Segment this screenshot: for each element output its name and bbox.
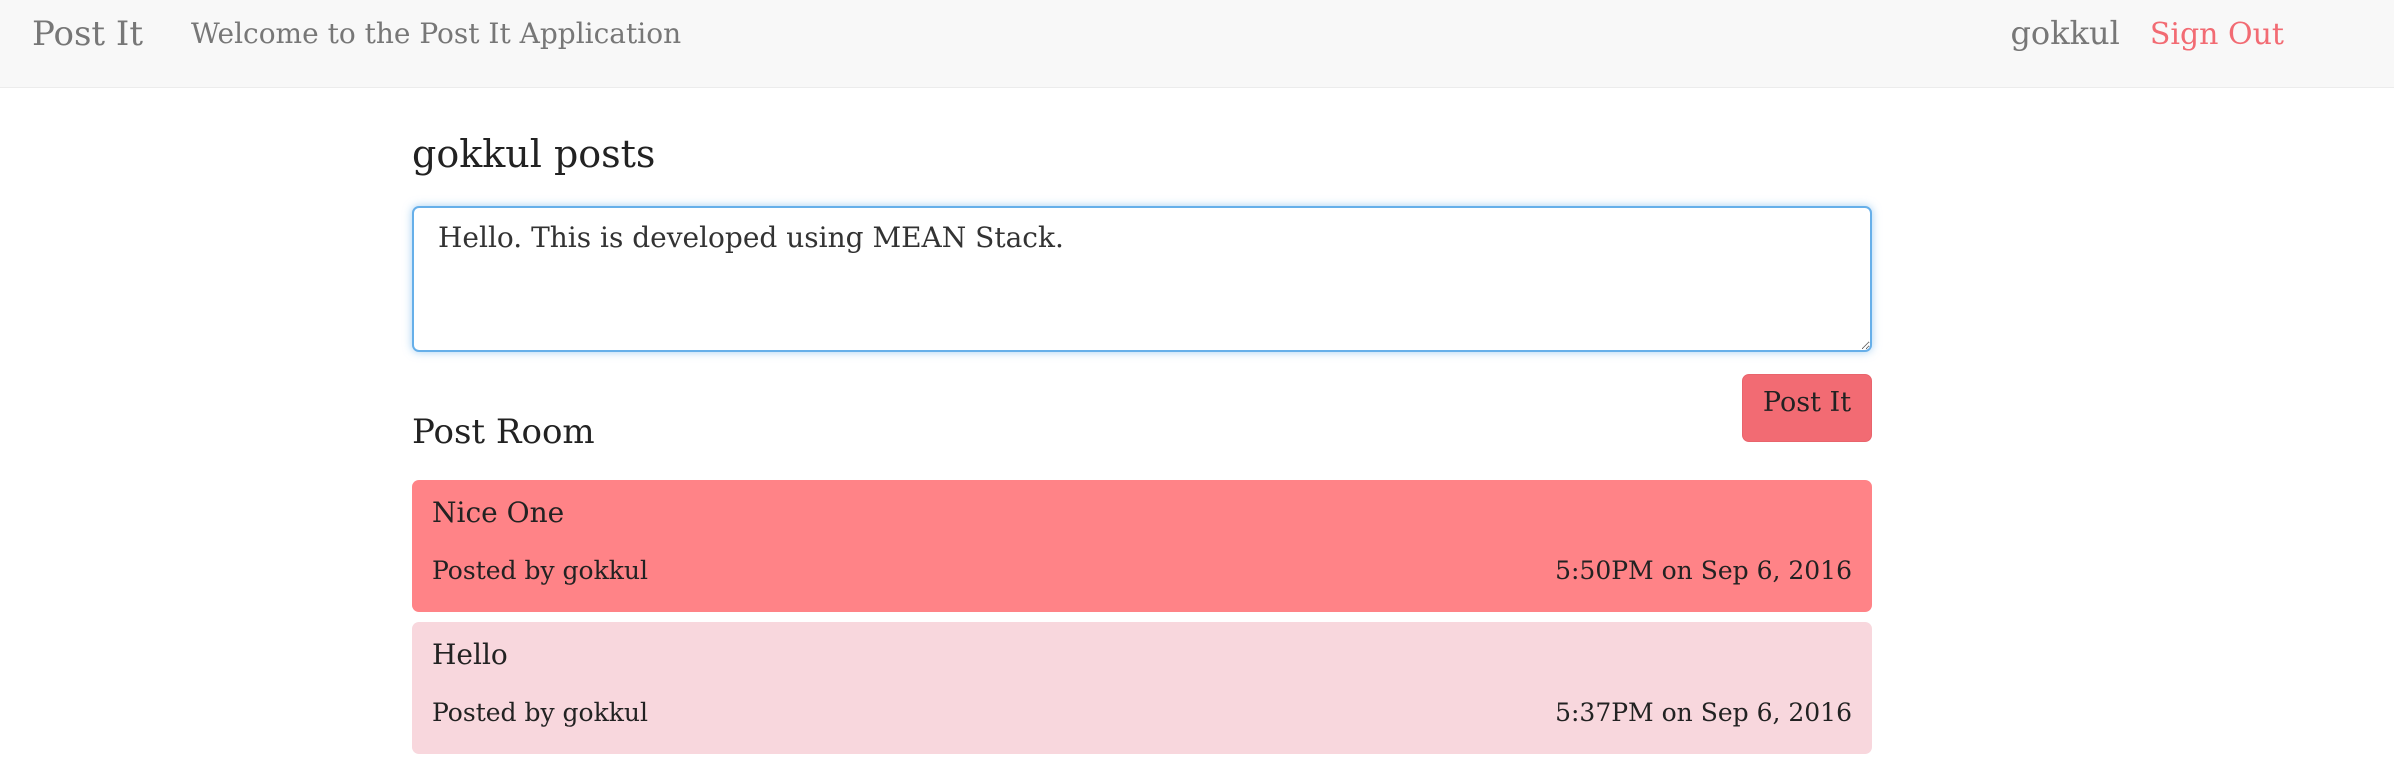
post-textarea[interactable] bbox=[412, 206, 1872, 352]
nav-right-group: gokkul Sign Out bbox=[2010, 14, 2284, 52]
post-timestamp: 5:37PM on Sep 6, 2016 bbox=[1555, 698, 1852, 727]
post-author: Posted by gokkul bbox=[432, 698, 649, 727]
current-username: gokkul bbox=[2010, 14, 2120, 52]
post-room-heading: Post Room bbox=[412, 412, 595, 452]
welcome-text: Welcome to the Post It Application bbox=[191, 17, 682, 50]
post-it-button[interactable]: Post It bbox=[1742, 374, 1872, 442]
post-timestamp: 5:50PM on Sep 6, 2016 bbox=[1555, 556, 1852, 585]
top-navbar: Post It Welcome to the Post It Applicati… bbox=[0, 0, 2394, 88]
page-title: gokkul posts bbox=[412, 132, 656, 176]
post-item[interactable]: Hello Posted by gokkul 5:37PM on Sep 6, … bbox=[412, 622, 1872, 754]
post-item[interactable]: Nice One Posted by gokkul 5:50PM on Sep … bbox=[412, 480, 1872, 612]
post-list: Nice One Posted by gokkul 5:50PM on Sep … bbox=[412, 480, 1872, 754]
post-text: Nice One bbox=[432, 496, 565, 529]
post-author: Posted by gokkul bbox=[432, 556, 649, 585]
sign-out-link[interactable]: Sign Out bbox=[2150, 17, 2284, 52]
post-text: Hello bbox=[432, 638, 508, 671]
brand-link[interactable]: Post It bbox=[32, 14, 143, 54]
